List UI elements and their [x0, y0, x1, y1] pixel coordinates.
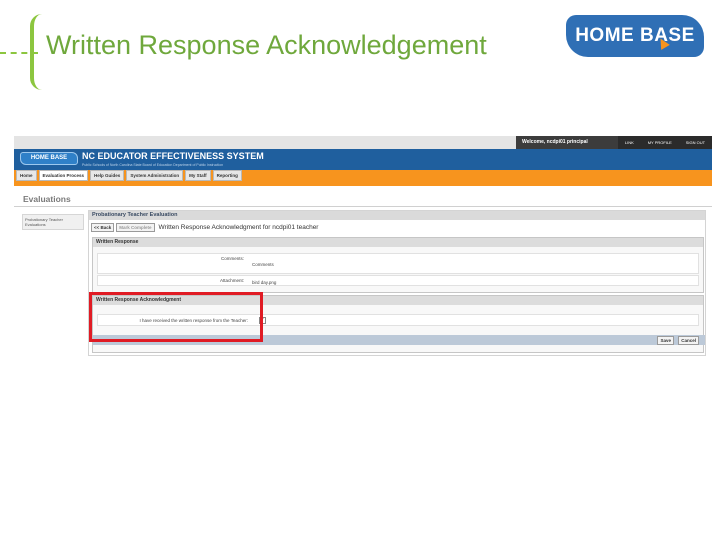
- comments-label: Comments:: [220, 256, 244, 261]
- section-title: Evaluations: [23, 194, 71, 204]
- action-bar: << Back Mark Complete Written Response A…: [91, 223, 318, 232]
- tab-my-staff[interactable]: My Staff: [185, 170, 211, 181]
- section-divider: [14, 206, 712, 207]
- tab-help-guides[interactable]: Help Guides: [90, 170, 125, 181]
- system-subtitle: Public Schools of North Carolina State B…: [82, 163, 224, 167]
- written-response-header: Written Response: [93, 238, 703, 247]
- tab-home[interactable]: Home: [16, 170, 37, 181]
- top-nav-sign-out[interactable]: SIGN OUT: [686, 140, 705, 145]
- comments-row: Comments: Comments: [97, 253, 699, 274]
- mark-complete-button[interactable]: Mark Complete: [116, 223, 155, 232]
- slide-title: Written Response Acknowledgement: [46, 30, 487, 60]
- panel-title: Probationary Teacher Evaluation: [89, 211, 705, 220]
- tab-evaluation-process[interactable]: Evaluation Process: [38, 170, 89, 181]
- top-nav: LINK MY PROFILE SIGN OUT: [618, 136, 712, 149]
- top-nav-link[interactable]: LINK: [625, 140, 634, 145]
- home-base-logo: HOME BASE: [566, 15, 704, 57]
- save-button[interactable]: Save: [657, 336, 674, 345]
- header-divider: [14, 184, 712, 186]
- acknowledgment-heading: Written Response Acknowledgment for ncdp…: [158, 224, 319, 231]
- back-button[interactable]: << Back: [91, 223, 115, 232]
- tab-reporting[interactable]: Reporting: [212, 170, 242, 181]
- cancel-button[interactable]: Cancel: [678, 336, 699, 345]
- attachment-link[interactable]: bird day.png: [252, 280, 276, 285]
- app-header: HOME BASE NC EDUCATOR EFFECTIVENESS SYST…: [14, 149, 712, 170]
- attachment-row: Attachment: bird day.png: [97, 275, 699, 286]
- main-tabs: Home Evaluation Process Help Guides Syst…: [14, 170, 712, 184]
- header-logo[interactable]: HOME BASE: [20, 152, 78, 165]
- comments-value: Comments: [252, 262, 274, 267]
- tab-system-administration[interactable]: System Administration: [126, 170, 184, 181]
- highlight-box: [89, 292, 263, 342]
- written-response-section: Written Response Comments: Comments Atta…: [92, 237, 704, 293]
- system-title: NC EDUCATOR EFFECTIVENESS SYSTEM: [82, 151, 264, 161]
- top-nav-my-profile[interactable]: MY PROFILE: [648, 140, 672, 145]
- welcome-text: Welcome, ncdpi01 principal: [516, 136, 618, 149]
- attachment-label: Attachment:: [219, 278, 244, 283]
- sidebar-item-probationary-evaluations[interactable]: Probationary Teacher Evaluations: [22, 214, 84, 230]
